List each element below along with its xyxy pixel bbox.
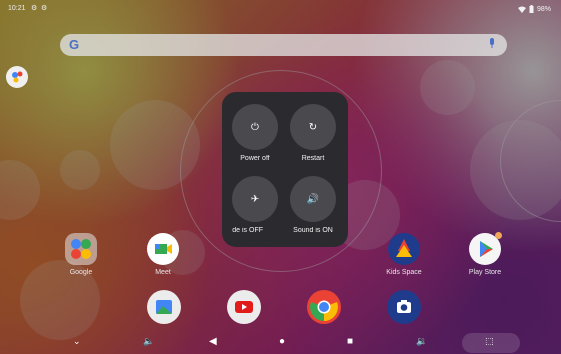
gear-icon: ⚙ bbox=[41, 5, 48, 12]
power-off-button[interactable]: ⏻ bbox=[232, 104, 278, 150]
back-icon[interactable]: ◀ bbox=[209, 336, 217, 347]
youtube-icon[interactable] bbox=[227, 290, 261, 324]
screenshot-icon[interactable]: ⬚ bbox=[485, 336, 494, 347]
recents-icon[interactable]: ■ bbox=[347, 336, 353, 347]
app-label: Kids Space bbox=[386, 269, 422, 276]
chevron-down-icon[interactable]: ⌄ bbox=[73, 336, 81, 347]
wifi-icon bbox=[517, 6, 526, 13]
google-logo: G bbox=[69, 37, 80, 52]
battery-level: 98% bbox=[536, 5, 551, 13]
battery-icon bbox=[529, 5, 534, 13]
play-store-icon bbox=[469, 232, 502, 265]
airplane-mode-button[interactable]: ✈ bbox=[232, 176, 278, 222]
restart-label: Restart bbox=[301, 155, 325, 162]
kids-space-icon bbox=[388, 233, 420, 265]
power-menu: ⏻ Power off ↻ Restart ✈ de is OFF 🔊 Soun… bbox=[222, 92, 348, 247]
status-time: 10:21 bbox=[8, 5, 26, 12]
chrome-icon[interactable] bbox=[307, 290, 341, 324]
volume-up-icon[interactable]: 🔉 bbox=[416, 336, 427, 347]
edge-panel-icon bbox=[12, 71, 23, 83]
navigation-bar: ⌄ 🔈 ◀ ● ■ 🔉 ⬚ bbox=[0, 332, 561, 354]
camera-icon[interactable] bbox=[387, 290, 421, 324]
sound-button[interactable]: 🔊 bbox=[290, 176, 336, 222]
status-right: 98% bbox=[517, 5, 551, 13]
speaker-icon: 🔊 bbox=[306, 193, 320, 205]
power-icon: ⏻ bbox=[251, 121, 259, 133]
status-bar: 10:21 ⚙ ⚙ 98% bbox=[0, 0, 561, 18]
app-google[interactable]: Google bbox=[59, 233, 103, 276]
airplane-icon: ✈ bbox=[250, 193, 260, 205]
restart-button[interactable]: ↻ bbox=[290, 104, 336, 150]
app-label: Meet bbox=[155, 269, 171, 276]
edge-panel-button[interactable] bbox=[6, 66, 28, 88]
volume-down-icon[interactable]: 🔈 bbox=[143, 336, 154, 347]
meet-icon bbox=[147, 233, 179, 265]
app-label: Google bbox=[69, 269, 93, 276]
power-off-label: Power off bbox=[240, 155, 270, 162]
home-screen: 10:21 ⚙ ⚙ 98% G Google Meet Kids Space P… bbox=[0, 0, 561, 354]
gallery-icon[interactable] bbox=[147, 290, 181, 324]
gear-icon: ⚙ bbox=[31, 5, 38, 12]
airplane-mode-label: de is OFF bbox=[232, 227, 263, 234]
sound-label: Sound is ON bbox=[293, 227, 333, 234]
app-meet[interactable]: Meet bbox=[141, 233, 185, 276]
mic-icon[interactable] bbox=[489, 38, 495, 49]
notification-dot bbox=[495, 232, 502, 239]
restart-icon: ↻ bbox=[308, 121, 318, 133]
home-icon[interactable]: ● bbox=[279, 336, 285, 347]
app-label: Play Store bbox=[468, 269, 502, 276]
search-bar[interactable]: G bbox=[60, 34, 507, 56]
app-play-store[interactable]: Play Store bbox=[463, 232, 507, 276]
google-folder-icon bbox=[65, 233, 97, 265]
app-kids-space[interactable]: Kids Space bbox=[382, 233, 426, 276]
